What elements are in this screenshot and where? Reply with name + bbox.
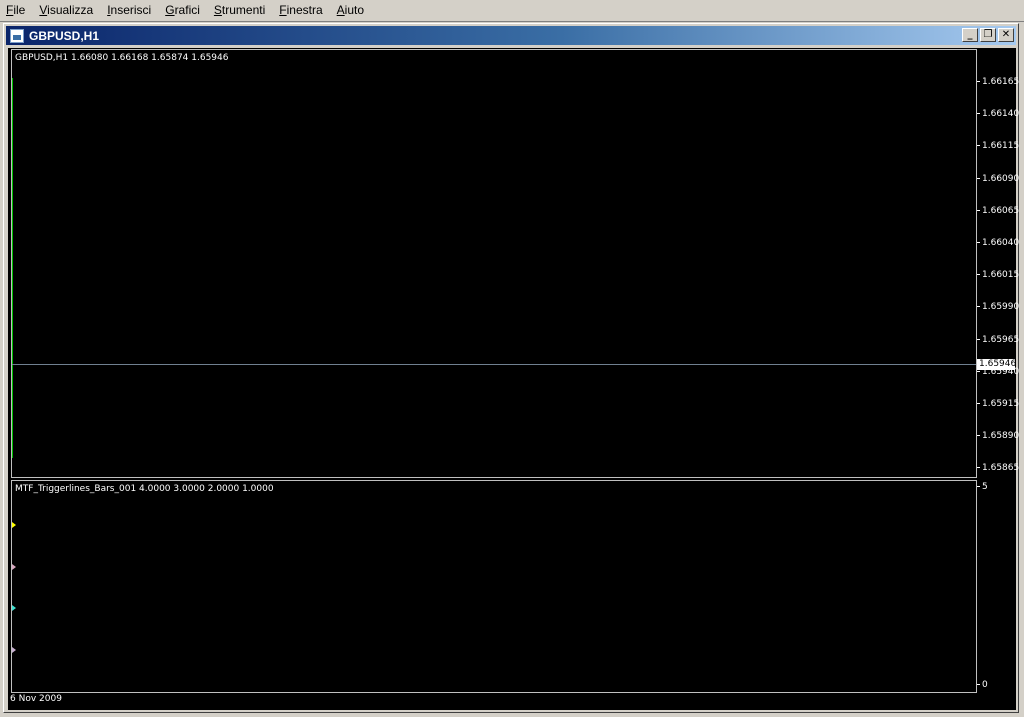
price-tick-label: 1.66015 (977, 270, 1019, 280)
price-tick-label: 1.65965 (977, 335, 1019, 345)
indicator-tick-label: 5 (977, 482, 988, 492)
marker-2 (12, 605, 16, 612)
window-title: GBPUSD,H1 (29, 28, 100, 43)
chart-window: GBPUSD,H1 _ ❐ ✕ GBPUSD,H1 1.66080 1.6616… (3, 23, 1019, 713)
restore-button[interactable]: ❐ (980, 28, 996, 42)
price-tick-label: 1.65890 (977, 431, 1019, 441)
close-button[interactable]: ✕ (998, 28, 1014, 42)
indicator-label: MTF_Triggerlines_Bars_001 4.0000 3.0000 … (15, 484, 274, 494)
marker-4 (12, 521, 16, 528)
indicator-pane[interactable]: MTF_Triggerlines_Bars_001 4.0000 3.0000 … (11, 480, 977, 693)
price-axis[interactable]: 1.66165 1.66140 1.66115 1.66090 1.66065 1.660… (977, 49, 1019, 478)
menu-visualizza[interactable]: Visualizza (33, 0, 101, 21)
chart-area[interactable]: GBPUSD,H1 1.66080 1.66168 1.65874 1.6594… (8, 48, 1019, 710)
price-tick-label: 1.66065 (977, 206, 1019, 216)
menu-bar: File Visualizza Inserisci Grafici Strumenti F… (0, 0, 1024, 22)
price-tick-label: 1.66115 (977, 141, 1019, 151)
menu-finestra[interactable]: Finestra (273, 0, 330, 21)
price-tick-label: 1.66090 (977, 174, 1019, 184)
title-bar[interactable]: GBPUSD,H1 _ ❐ ✕ (6, 26, 1016, 45)
marker-1 (12, 647, 16, 654)
menu-inserisci[interactable]: Inserisci (101, 0, 159, 21)
price-tick-label: 1.65865 (977, 463, 1019, 473)
menu-aiuto[interactable]: Aiuto (331, 0, 372, 21)
marker-3 (12, 563, 16, 570)
price-tick-label: 1.66140 (977, 109, 1019, 119)
price-tick-label: 1.65990 (977, 302, 1019, 312)
candle-wick (12, 78, 13, 458)
menu-strumenti[interactable]: Strumenti (208, 0, 273, 21)
time-axis-date: 6 Nov 2009 (10, 694, 62, 704)
menu-grafici[interactable]: Grafici (159, 0, 208, 21)
minimize-button[interactable]: _ (962, 28, 978, 42)
bid-price-tag: 1.65946 (977, 359, 1017, 370)
indicator-axis[interactable]: 50 (977, 480, 1016, 693)
indicator-tick-label: 0 (977, 680, 988, 690)
bid-price-line (12, 364, 976, 365)
menu-file[interactable]: File (0, 0, 33, 21)
price-tick-label: 1.66040 (977, 238, 1019, 248)
symbol-ohlc-label: GBPUSD,H1 1.66080 1.66168 1.65874 1.6594… (15, 53, 229, 63)
chart-window-icon[interactable] (10, 28, 24, 43)
main-chart-pane[interactable]: GBPUSD,H1 1.66080 1.66168 1.65874 1.6594… (11, 49, 977, 478)
price-tick-label: 1.65915 (977, 399, 1019, 409)
price-tick-label: 1.66165 (977, 77, 1019, 87)
